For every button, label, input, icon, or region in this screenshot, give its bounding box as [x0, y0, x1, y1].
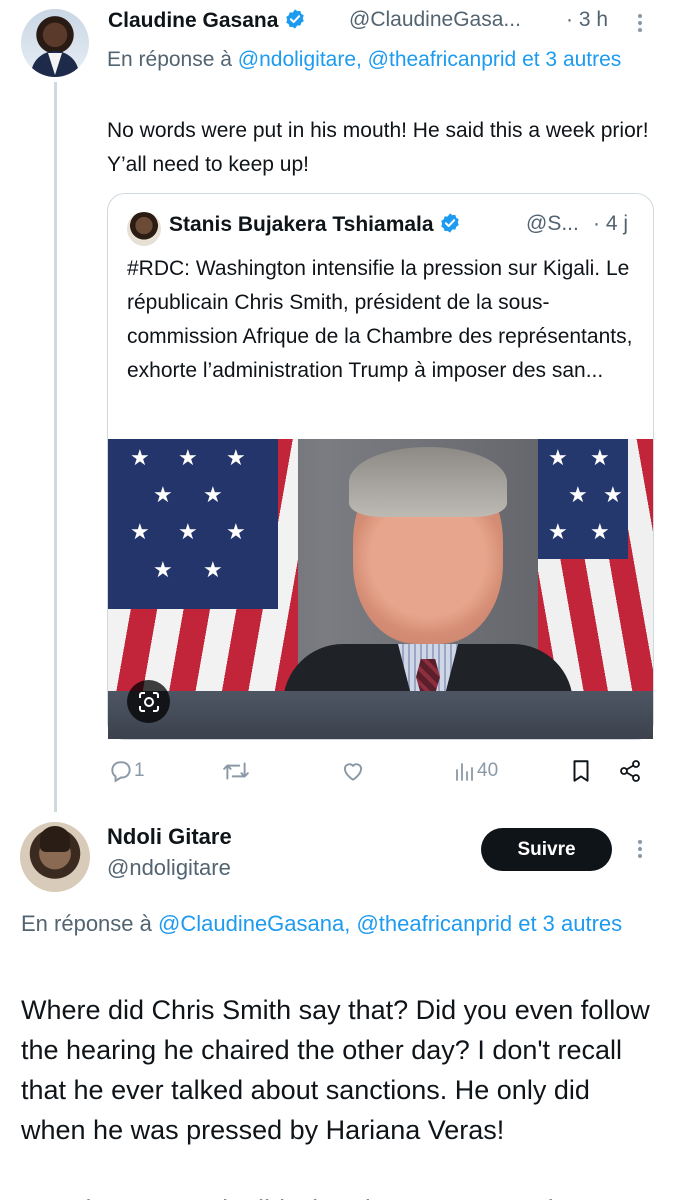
reply-others-link[interactable]: et 3 autres: [518, 911, 622, 936]
share-icon: [618, 759, 642, 783]
thread-line: [54, 82, 57, 812]
reply-icon: [108, 758, 134, 784]
bookmark-button[interactable]: [570, 757, 592, 785]
more-icon[interactable]: [632, 10, 648, 36]
quote-author-name: Stanis Bujakera Tshiamala: [169, 212, 461, 240]
author-name-text[interactable]: Claudine Gasana: [108, 9, 278, 32]
quote-image[interactable]: ★ ★ ★ ★ ★ ★ ★ ★ ★ ★ ★ ★ ★ ★ ★ ★: [108, 439, 653, 739]
reply-count: 1: [134, 760, 145, 781]
reply-to-link[interactable]: @ClaudineGasana, @theafricanprid: [158, 911, 512, 936]
retweet-icon: [222, 758, 250, 784]
quote-text: #RDC: Washington intensifie la pression …: [127, 257, 633, 382]
avatar[interactable]: [20, 822, 90, 892]
author-handle[interactable]: @ndoligitare: [107, 855, 231, 881]
like-button[interactable]: [340, 757, 366, 785]
tweet-time[interactable]: · 3 h: [566, 8, 608, 32]
reply-prefix: En réponse à: [21, 911, 152, 936]
quote-avatar: [127, 212, 161, 246]
reply-context: En réponse à @ClaudineGasana, @theafrica…: [21, 906, 661, 942]
reply-others-link[interactable]: et 3 autres: [522, 48, 621, 71]
lens-icon[interactable]: [127, 680, 170, 723]
bookmark-icon: [570, 758, 592, 784]
author-handle[interactable]: @ClaudineGasa...: [349, 8, 521, 32]
quote-handle: @S...: [526, 212, 579, 235]
podium: [108, 691, 653, 739]
views-button[interactable]: 40: [453, 757, 498, 785]
author-name[interactable]: Ndoli Gitare: [107, 824, 232, 850]
reply-button[interactable]: 1: [108, 757, 145, 785]
quote-author-name-text: Stanis Bujakera Tshiamala: [169, 213, 434, 236]
views-icon: [453, 759, 477, 783]
retweet-button[interactable]: [222, 757, 250, 785]
like-icon: [340, 758, 366, 784]
more-icon[interactable]: [632, 836, 648, 862]
author-name[interactable]: Claudine Gasana: [108, 8, 306, 36]
avatar[interactable]: [21, 9, 89, 77]
reply-prefix: En réponse à: [107, 48, 232, 71]
tweet-text: Where did Chris Smith say that? Did you …: [21, 995, 650, 1145]
quote-time: · 4 j: [593, 212, 629, 235]
verified-badge-icon: [284, 8, 306, 36]
tweet-text: No words were put in his mouth! He said …: [107, 119, 649, 176]
views-count: 40: [477, 760, 499, 781]
reply-context: En réponse à @ndoligitare, @theafricanpr…: [107, 42, 652, 77]
reply-to-link[interactable]: @ndoligitare, @theafricanprid: [238, 48, 516, 71]
share-button[interactable]: [618, 757, 642, 785]
verified-badge-icon: [439, 212, 461, 240]
follow-button[interactable]: Suivre: [481, 828, 612, 871]
tweet-text-overflow: sanctions. He only did when he was press…: [21, 1190, 661, 1200]
